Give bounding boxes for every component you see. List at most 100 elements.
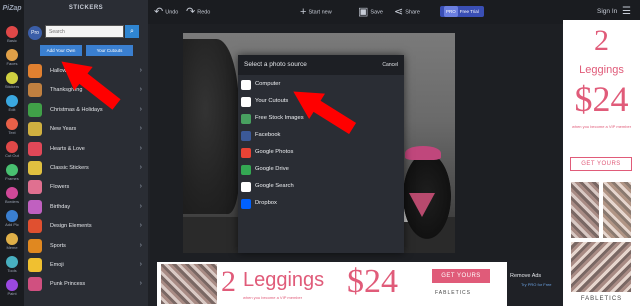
ad-get-yours-button[interactable]: GET YOURS: [432, 269, 490, 283]
start-new-button[interactable]: + Start new: [300, 0, 332, 24]
ad-leggings-image: [161, 264, 217, 304]
save-label: Save: [370, 9, 383, 16]
start-new-label: Start new: [308, 9, 332, 16]
category-item[interactable]: New Years ›: [26, 121, 146, 137]
ad-leggings-image: [603, 182, 631, 238]
rail-item[interactable]: Paint: [2, 278, 22, 301]
search-button[interactable]: ⌕: [125, 25, 139, 38]
dialog-header: Select a photo source Cancel: [238, 55, 404, 75]
monitor-icon: [241, 80, 251, 90]
try-pro-link[interactable]: Try PRO for Free: [521, 282, 552, 287]
your-cutouts-button[interactable]: Your Cutouts: [86, 45, 133, 56]
ad-price: $24: [574, 79, 629, 119]
rail-icon: [6, 118, 18, 130]
category-icon: [28, 141, 42, 156]
rail-label: Frames: [5, 176, 19, 181]
rail-item[interactable]: Text: [2, 117, 22, 140]
tool-rail: Basic Faces Stickers Edit Text Cut Out Frames B…: [0, 17, 24, 306]
photo-source-dialog: Select a photo source Cancel Computer You…: [238, 55, 404, 253]
chevron-right-icon: ›: [139, 222, 142, 230]
chevron-right-icon: ›: [139, 164, 142, 171]
ad-fineprint: when you become a VIP member: [571, 124, 632, 129]
rail-item[interactable]: Faces: [2, 48, 22, 71]
rail-item[interactable]: Edit: [2, 94, 22, 117]
rail-icon: [6, 279, 18, 291]
source-option[interactable]: Google Drive: [238, 162, 404, 177]
category-item[interactable]: Christmas & Holidays ›: [26, 102, 146, 118]
rail-item[interactable]: Add Pic: [2, 209, 22, 232]
facebook-icon: [241, 131, 251, 141]
category-label: Punk Princess: [50, 281, 86, 288]
source-label: Facebook: [255, 132, 281, 138]
category-item[interactable]: Flowers ›: [26, 179, 146, 195]
category-item[interactable]: Hearts & Love ›: [26, 141, 146, 157]
category-item[interactable]: Sports ›: [26, 238, 146, 254]
rail-label: Text: [8, 130, 16, 135]
rail-label: Paint: [7, 291, 17, 296]
rail-item[interactable]: Meme: [2, 232, 22, 255]
free-trial-button[interactable]: PRO Free Trial: [440, 6, 484, 17]
rail-icon: [6, 187, 18, 199]
rail-label: Faces: [6, 61, 18, 66]
source-label: Google Drive: [255, 166, 289, 172]
redo-button[interactable]: ↷ Redo: [186, 0, 210, 24]
rail-icon: [6, 233, 18, 245]
chevron-right-icon: ›: [139, 67, 142, 74]
source-label: Google Search: [255, 183, 294, 189]
rail-item[interactable]: Cut Out: [2, 140, 22, 163]
rail-label: Borders: [4, 199, 19, 204]
source-label: Your Cutouts: [255, 98, 289, 104]
rail-item[interactable]: Stickers: [2, 71, 22, 94]
rail-label: Stickers: [4, 84, 20, 89]
app-logo[interactable]: PiZap: [0, 0, 24, 17]
chevron-right-icon: ›: [139, 241, 142, 249]
dialog-title: Select a photo source: [244, 61, 307, 68]
category-item[interactable]: Emoji ›: [26, 257, 146, 273]
bottom-advertisement[interactable]: 2 Leggings $24 when you become a VIP mem…: [157, 262, 507, 306]
rail-icon: [6, 210, 18, 222]
source-option[interactable]: Google Search: [238, 179, 404, 194]
remove-ads-link[interactable]: Remove Ads: [510, 273, 541, 279]
source-option[interactable]: Facebook: [238, 128, 404, 143]
rail-icon: [6, 49, 18, 61]
ad-leggings-image: [571, 182, 599, 238]
google-drive-icon: [241, 165, 251, 175]
undo-label: Undo: [165, 9, 179, 16]
ad-price: $24: [347, 263, 398, 300]
undo-button[interactable]: ↶ Undo: [154, 0, 178, 24]
rail-icon: [6, 141, 18, 153]
source-option[interactable]: Google Photos: [238, 145, 404, 160]
hat-shape: [405, 146, 441, 160]
rail-item[interactable]: Basic: [2, 25, 22, 48]
add-your-own-button[interactable]: Add Your Own: [40, 45, 82, 56]
rail-label: Tools: [7, 268, 17, 273]
sticker-search-input[interactable]: [45, 25, 124, 38]
rail-item[interactable]: Borders: [2, 186, 22, 209]
category-label: Flowers: [50, 184, 70, 191]
category-item[interactable]: Birthday ›: [26, 199, 146, 215]
panel-title: STICKERS: [68, 5, 104, 11]
cancel-button[interactable]: Cancel: [382, 55, 398, 75]
google-photos-icon: [241, 148, 251, 158]
share-icon: ⋖: [394, 6, 404, 18]
tree-shape: [183, 39, 239, 214]
chevron-right-icon: ›: [139, 105, 142, 113]
source-option[interactable]: Dropbox: [238, 196, 404, 211]
category-label: Hearts & Love: [50, 145, 85, 152]
ad-number: 2: [594, 24, 609, 57]
rail-icon: [6, 256, 18, 268]
category-item[interactable]: Classic Stickers ›: [26, 160, 146, 176]
category-item[interactable]: Design Elements ›: [26, 218, 146, 234]
ad-get-yours-button[interactable]: GET YOURS: [570, 157, 632, 171]
right-advertisement[interactable]: 2 Leggings $24 when you become a VIP mem…: [563, 20, 640, 306]
source-label: Computer: [255, 81, 281, 87]
category-icon: [28, 161, 42, 175]
rail-item[interactable]: Frames: [2, 163, 22, 186]
source-option[interactable]: Computer: [238, 77, 404, 92]
category-item[interactable]: Punk Princess ›: [26, 276, 146, 292]
pro-badge[interactable]: Pro: [28, 26, 42, 40]
save-button[interactable]: ▣ Save: [358, 0, 383, 24]
rail-label: Edit: [8, 107, 16, 112]
rail-item[interactable]: Tools: [2, 255, 22, 278]
share-button[interactable]: ⋖ Share: [394, 0, 420, 24]
